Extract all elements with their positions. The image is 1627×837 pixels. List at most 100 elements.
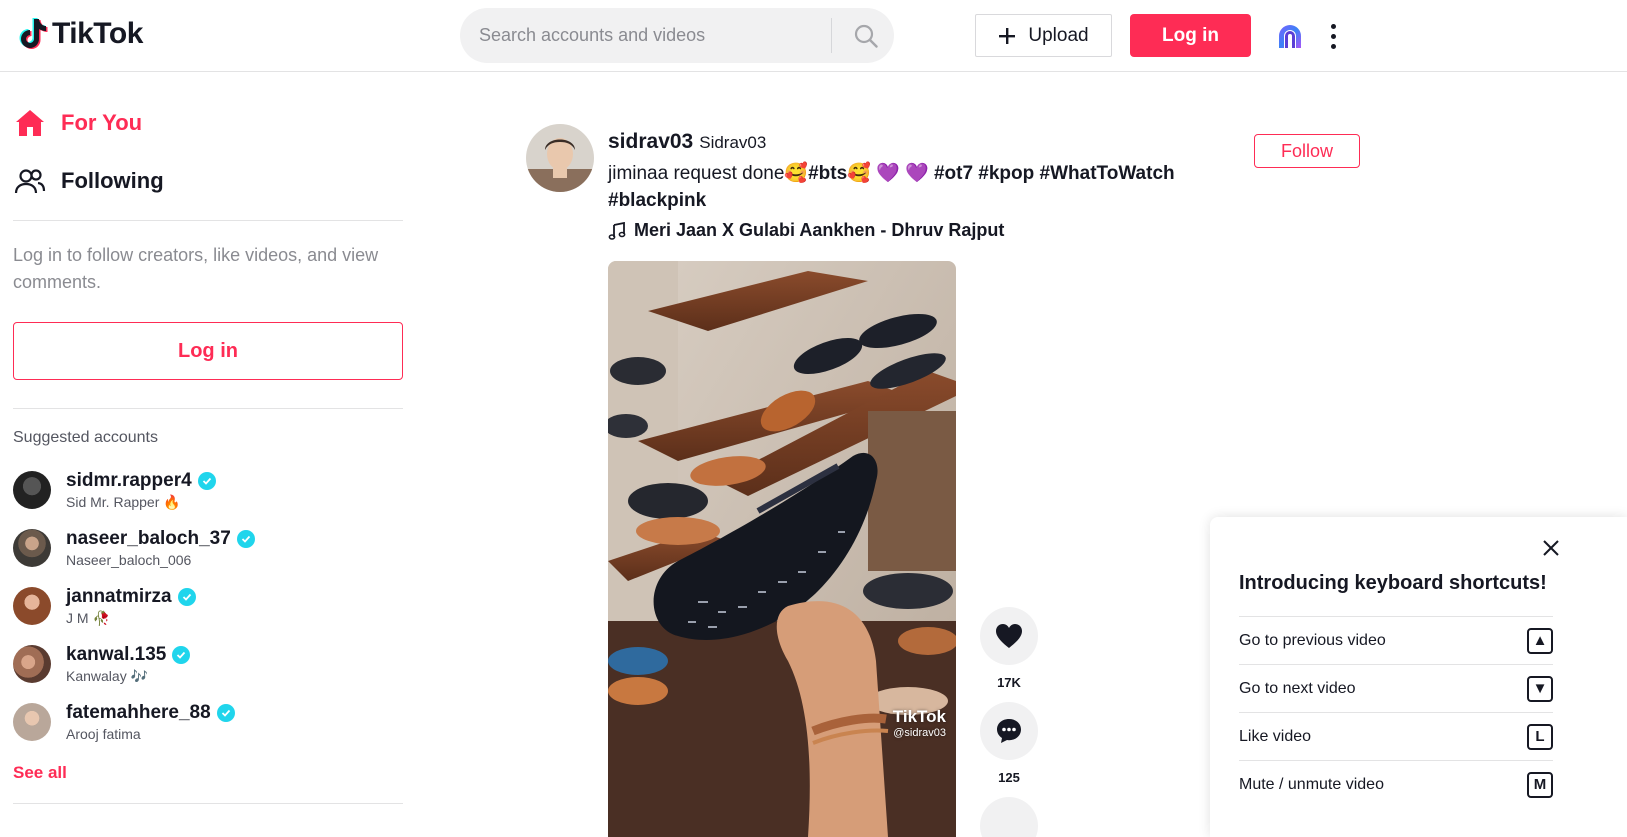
like-action: 17K	[980, 607, 1038, 690]
caption-text: jiminaa request done🥰	[608, 163, 809, 184]
avatar-image	[526, 124, 594, 192]
suggested-account[interactable]: kanwal.135 Kanwalay 🎶	[13, 642, 403, 692]
get-app-icon[interactable]	[1276, 22, 1304, 50]
dot	[1330, 33, 1336, 39]
nav-following[interactable]: Following	[13, 161, 164, 201]
hashtag-link[interactable]: #bts	[808, 163, 847, 184]
nav-for-you[interactable]: For You	[13, 103, 142, 143]
shortcut-label: Mute / unmute video	[1239, 775, 1384, 793]
keyboard-shortcuts-panel: Introducing keyboard shortcuts! Go to pr…	[1210, 517, 1627, 837]
tiktok-logo[interactable]: TikTok	[18, 14, 143, 54]
verified-badge-icon	[197, 472, 216, 490]
shortcut-row: Like video L	[1239, 712, 1553, 760]
post-username[interactable]: sidrav03	[608, 130, 693, 154]
account-display-name: Arooj fatima	[66, 726, 141, 742]
music-link[interactable]: Meri Jaan X Gulabi Aankhen - Dhruv Rajpu…	[608, 220, 1004, 241]
heart-icon	[996, 624, 1022, 648]
account-username: sidmr.rapper4	[66, 470, 192, 491]
comment-action: 125	[980, 702, 1038, 785]
upload-label: Upload	[1028, 24, 1089, 46]
comment-button[interactable]	[980, 702, 1038, 760]
search-input[interactable]	[479, 8, 829, 63]
more-options-icon[interactable]	[1320, 20, 1346, 52]
account-username-row: naseer_baloch_37	[66, 528, 255, 550]
key-up-icon: ▲	[1527, 627, 1553, 654]
hashtag-link[interactable]: #ot7 #kpop #WhatToWatch	[934, 163, 1175, 184]
avatar	[13, 471, 51, 509]
like-button[interactable]	[980, 607, 1038, 665]
suggested-accounts-title: Suggested accounts	[13, 429, 158, 446]
close-icon[interactable]	[1540, 537, 1562, 559]
account-username-row: jannatmirza	[66, 586, 196, 608]
account-username-row: sidmr.rapper4	[66, 470, 216, 492]
sidebar-login-button[interactable]: Log in	[13, 322, 403, 380]
divider	[13, 803, 403, 804]
comment-count: 125	[998, 770, 1020, 785]
sidebar: For You Following Log in to follow creat…	[0, 72, 415, 837]
post-display-name: Sidrav03	[699, 133, 767, 152]
account-username-row: kanwal.135	[66, 644, 191, 666]
login-hint: Log in to follow creators, like videos, …	[13, 245, 379, 292]
shortcut-row: Mute / unmute video M	[1239, 760, 1553, 808]
account-username: fatemahhere_88	[66, 702, 211, 723]
hashtag-link[interactable]: #blackpink	[608, 190, 706, 211]
verified-badge-icon	[236, 530, 255, 548]
nav-label: For You	[61, 110, 143, 135]
key-m-icon: M	[1527, 771, 1553, 798]
search-button[interactable]	[838, 8, 894, 63]
suggested-account[interactable]: sidmr.rapper4 Sid Mr. Rapper 🔥	[13, 468, 403, 518]
divider	[13, 408, 403, 409]
search-bar	[460, 8, 894, 63]
tiktok-note-icon	[19, 18, 48, 49]
music-note-icon	[608, 221, 626, 240]
account-username: jannatmirza	[66, 586, 172, 607]
search-icon	[854, 24, 878, 48]
search-divider	[831, 18, 832, 53]
dot	[1330, 43, 1336, 49]
watermark-logo: TikTok	[892, 707, 946, 726]
share-button[interactable]	[980, 797, 1038, 837]
follow-button[interactable]: Follow	[1254, 134, 1360, 168]
suggested-account[interactable]: fatemahhere_88 Arooj fatima	[13, 700, 403, 750]
see-all-link[interactable]: See all	[13, 763, 67, 783]
music-title: Meri Jaan X Gulabi Aankhen - Dhruv Rajpu…	[634, 220, 1005, 240]
share-action	[980, 797, 1038, 837]
account-username-row: fatemahhere_88	[66, 702, 235, 724]
suggested-account[interactable]: naseer_baloch_37 Naseer_baloch_006	[13, 526, 403, 576]
shortcut-label: Go to next video	[1239, 679, 1356, 697]
watermark-user: @sidrav03	[893, 727, 946, 739]
post-caption: jiminaa request done🥰#bts🥰 💜 💜 #ot7 #kpo…	[608, 160, 1208, 214]
account-username: kanwal.135	[66, 644, 167, 665]
shortcut-label: Like video	[1239, 727, 1312, 745]
plus-icon	[999, 27, 1016, 44]
header-login-button[interactable]: Log in	[1130, 14, 1251, 57]
home-icon	[13, 106, 47, 140]
dot	[1330, 23, 1336, 29]
verified-badge-icon	[177, 588, 196, 606]
verified-badge-icon	[216, 704, 235, 722]
avatar	[13, 587, 51, 625]
top-bar: TikTok Upload Log in	[0, 0, 1627, 72]
shortcut-row: Go to next video ▼	[1239, 664, 1553, 712]
upload-button[interactable]: Upload	[975, 14, 1112, 57]
shortcut-row: Go to previous video ▲	[1239, 616, 1553, 664]
account-username: naseer_baloch_37	[66, 528, 231, 549]
like-count: 17K	[997, 675, 1021, 690]
video-player[interactable]: TikTok @sidrav03	[608, 261, 956, 837]
nav-label: Following	[61, 168, 164, 193]
video-watermark: TikTok @sidrav03	[893, 707, 946, 739]
logo-text: TikTok	[52, 17, 143, 50]
caption-emojis: 🥰 💜 💜	[847, 163, 934, 184]
video-frame	[608, 261, 956, 837]
avatar	[13, 645, 51, 683]
key-down-icon: ▼	[1527, 675, 1553, 702]
post-author-avatar[interactable]	[526, 124, 594, 192]
following-users-icon	[13, 164, 47, 198]
suggested-account[interactable]: jannatmirza J M 🥀	[13, 584, 403, 634]
account-display-name: J M 🥀	[66, 610, 110, 626]
avatar	[13, 703, 51, 741]
divider	[13, 220, 403, 221]
account-display-name: Naseer_baloch_006	[66, 552, 192, 568]
key-l-icon: L	[1527, 723, 1553, 750]
shortcuts-title: Introducing keyboard shortcuts!	[1239, 572, 1547, 594]
